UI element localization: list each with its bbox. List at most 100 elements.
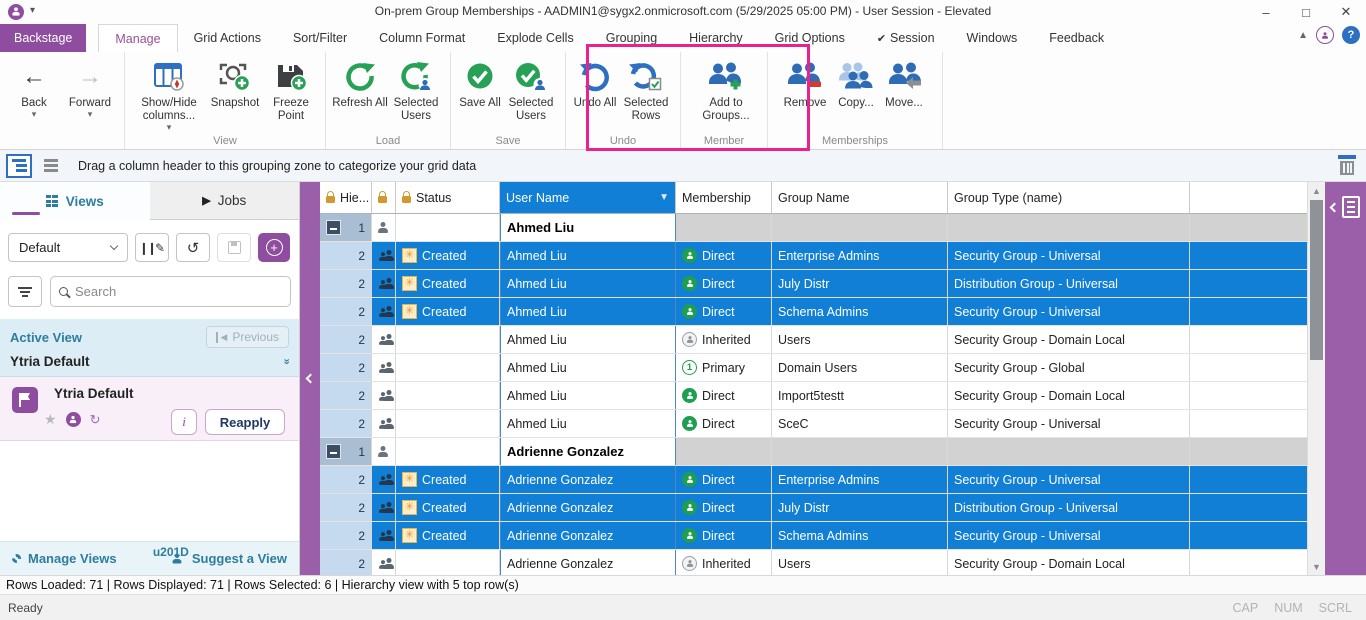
column-header-username[interactable]: User Name▼ (500, 182, 676, 213)
group-type-cell[interactable]: Security Group - Domain Local (948, 382, 1190, 409)
hierarchy-cell[interactable]: 2 (320, 494, 372, 521)
sidebar-collapse-splitter[interactable] (300, 182, 320, 575)
ribbon-tab-explode-cells[interactable]: Explode Cells (481, 24, 589, 52)
view-info-button[interactable]: i (171, 409, 197, 435)
status-cell[interactable] (396, 214, 500, 241)
user-name-cell[interactable]: Ahmed Liu (500, 326, 676, 353)
add-to-groups-button[interactable]: Add to Groups... (695, 58, 757, 123)
membership-cell[interactable]: Direct (676, 410, 772, 437)
membership-cell[interactable]: Direct (676, 298, 772, 325)
row-type-cell[interactable] (372, 270, 396, 297)
back-button[interactable]: ← Back ▾ (6, 58, 62, 118)
trash-icon[interactable] (1338, 155, 1356, 175)
hierarchy-cell[interactable]: 2 (320, 410, 372, 437)
tab-views[interactable]: Views (0, 182, 150, 220)
row-type-cell[interactable] (372, 410, 396, 437)
save-selected-users-button[interactable]: Selected Users (503, 58, 559, 123)
membership-cell[interactable]: Direct (676, 494, 772, 521)
copy-button[interactable]: Copy... (832, 58, 880, 110)
column-header-status[interactable]: Status (396, 182, 500, 213)
membership-cell[interactable]: Direct (676, 242, 772, 269)
membership-cell[interactable]: 1Primary (676, 354, 772, 381)
membership-cell[interactable]: Direct (676, 522, 772, 549)
status-cell[interactable] (396, 410, 500, 437)
refresh-all-button[interactable]: Refresh All (332, 58, 388, 110)
group-type-cell[interactable]: Distribution Group - Universal (948, 494, 1190, 521)
grid-row[interactable]: 2Ahmed Liu1PrimaryDomain UsersSecurity G… (320, 354, 1307, 382)
flat-view-toggle[interactable] (38, 154, 64, 178)
status-cell[interactable] (396, 550, 500, 575)
grid-row[interactable]: 2✳CreatedAhmed LiuDirectSchema AdminsSec… (320, 298, 1307, 326)
vertical-scrollbar[interactable]: ▲ ▼ (1307, 182, 1325, 575)
row-type-cell[interactable] (372, 494, 396, 521)
hierarchy-cell[interactable]: 2 (320, 298, 372, 325)
group-type-cell[interactable]: Security Group - Domain Local (948, 326, 1190, 353)
group-name-cell[interactable]: Enterprise Admins (772, 242, 948, 269)
ribbon-tab-session[interactable]: ✔Session (861, 24, 951, 52)
refresh-selected-users-button[interactable]: Selected Users (388, 58, 444, 123)
grid-row[interactable]: 1Ahmed Liu (320, 214, 1307, 242)
user-name-cell[interactable]: Ahmed Liu (500, 270, 676, 297)
ribbon-tab-grouping[interactable]: Grouping (590, 24, 673, 52)
account-icon[interactable] (1316, 26, 1334, 44)
group-name-cell[interactable] (772, 438, 948, 465)
tab-jobs[interactable]: ▶ Jobs (150, 182, 300, 220)
close-button[interactable]: ✕ (1326, 0, 1366, 24)
group-name-cell[interactable]: SceC (772, 410, 948, 437)
group-name-cell[interactable]: Schema Admins (772, 522, 948, 549)
membership-cell[interactable]: Direct (676, 382, 772, 409)
grid-row[interactable]: 2✳CreatedAdrienne GonzalezDirectSchema A… (320, 522, 1307, 550)
hierarchy-cell[interactable]: 2 (320, 270, 372, 297)
status-cell[interactable] (396, 354, 500, 381)
reset-view-button[interactable]: ↺ (176, 233, 210, 262)
scroll-up-icon[interactable]: ▲ (1308, 182, 1325, 199)
group-type-cell[interactable]: Security Group - Universal (948, 410, 1190, 437)
group-type-cell[interactable]: Security Group - Universal (948, 466, 1190, 493)
hierarchy-cell[interactable]: 2 (320, 522, 372, 549)
group-type-cell[interactable]: Distribution Group - Universal (948, 270, 1190, 297)
row-type-cell[interactable] (372, 466, 396, 493)
collapse-minus-icon[interactable] (326, 444, 341, 459)
user-name-cell[interactable]: Ahmed Liu (500, 410, 676, 437)
group-type-cell[interactable]: Security Group - Universal (948, 298, 1190, 325)
user-name-cell[interactable]: Ahmed Liu (500, 298, 676, 325)
add-view-button[interactable]: + (258, 233, 290, 262)
manage-views-link[interactable]: Manage Views (12, 551, 117, 566)
previous-view-button[interactable]: ◀Previous (206, 326, 289, 348)
group-name-cell[interactable]: Users (772, 326, 948, 353)
column-header-hierarchy[interactable]: Hie... (320, 182, 372, 213)
group-type-cell[interactable]: Security Group - Universal (948, 242, 1190, 269)
ribbon-tab-column-format[interactable]: Column Format (363, 24, 481, 52)
snapshot-button[interactable]: Snapshot (207, 58, 263, 110)
group-name-cell[interactable]: July Distr (772, 494, 948, 521)
row-type-cell[interactable] (372, 382, 396, 409)
group-type-cell[interactable]: Security Group - Global (948, 354, 1190, 381)
row-type-cell[interactable] (372, 298, 396, 325)
group-name-cell[interactable]: July Distr (772, 270, 948, 297)
user-name-cell[interactable]: Adrienne Gonzalez (500, 550, 676, 575)
column-header-membership[interactable]: Membership (676, 182, 772, 213)
hierarchy-cell[interactable]: 1 (320, 438, 372, 465)
grid-row[interactable]: 2✳CreatedAdrienne GonzalezDirectEnterpri… (320, 466, 1307, 494)
hierarchy-cell[interactable]: 2 (320, 354, 372, 381)
save-view-button[interactable] (217, 233, 251, 262)
ribbon-tab-sort-filter[interactable]: Sort/Filter (277, 24, 363, 52)
row-type-cell[interactable] (372, 522, 396, 549)
minimize-button[interactable]: – (1246, 0, 1286, 24)
backstage-tab[interactable]: Backstage (0, 24, 86, 52)
row-type-cell[interactable] (372, 326, 396, 353)
group-name-cell[interactable] (772, 214, 948, 241)
filter-button[interactable] (8, 276, 42, 307)
row-type-cell[interactable] (372, 242, 396, 269)
user-name-cell[interactable]: Ahmed Liu (500, 214, 676, 241)
column-header-rowtype[interactable] (372, 182, 396, 213)
hierarchy-cell[interactable]: 2 (320, 326, 372, 353)
group-type-cell[interactable] (948, 214, 1190, 241)
grid-row[interactable]: 2 Ahmed LiuDirectSceCSecurity Group - Uni… (320, 410, 1307, 438)
expand-double-chevron-icon[interactable]: » (283, 359, 289, 364)
group-type-cell[interactable] (948, 438, 1190, 465)
hierarchy-view-toggle[interactable] (6, 154, 32, 178)
maximize-button[interactable]: □ (1286, 0, 1326, 24)
user-name-cell[interactable]: Adrienne Gonzalez (500, 494, 676, 521)
favorite-star-icon[interactable]: ★ (44, 411, 57, 428)
